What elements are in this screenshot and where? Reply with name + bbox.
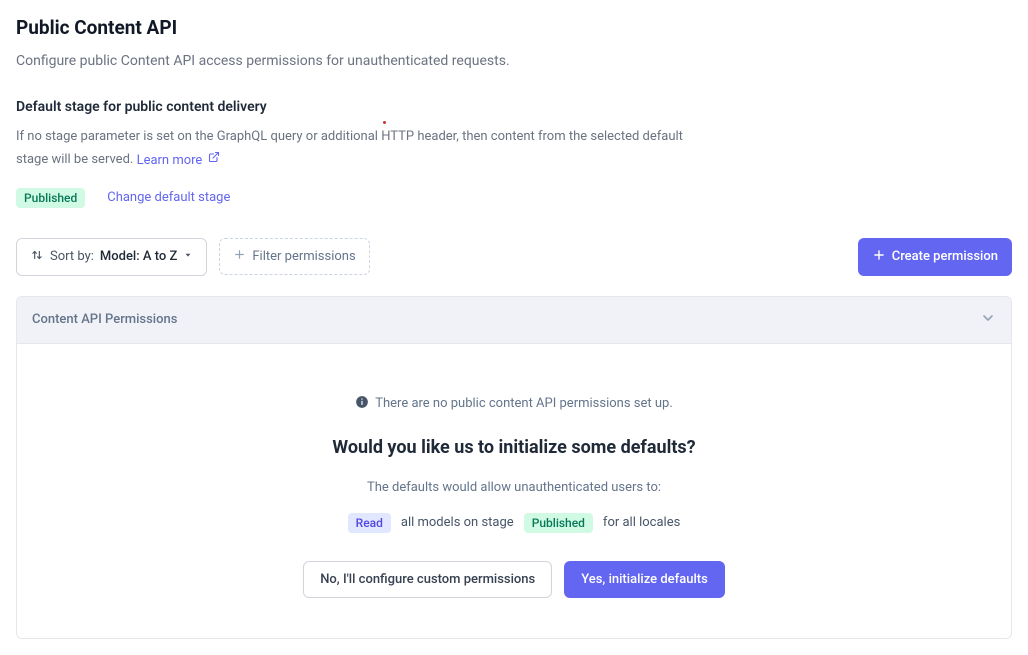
default-stage-heading: Default stage for public content deliver… — [16, 99, 1012, 115]
permissions-panel-header[interactable]: Content API Permissions — [17, 297, 1011, 344]
learn-more-link[interactable]: Learn more — [137, 153, 220, 168]
read-badge: Read — [348, 513, 391, 533]
toolbar: Sort by: Model: A to Z Filter permission… — [16, 238, 1012, 276]
default-stage-badge: Published — [16, 188, 85, 208]
defaults-description: The defaults would allow unauthenticated… — [37, 480, 991, 495]
learn-more-label: Learn more — [137, 153, 203, 168]
initialize-prompt-heading: Would you like us to initialize some def… — [37, 437, 991, 458]
published-badge: Published — [524, 513, 593, 533]
chevron-down-icon — [980, 310, 996, 330]
default-stage-description: If no stage parameter is set on the Grap… — [16, 125, 716, 172]
create-permission-label: Create permission — [892, 249, 998, 264]
yes-initialize-button[interactable]: Yes, initialize defaults — [564, 561, 725, 598]
sort-button[interactable]: Sort by: Model: A to Z — [16, 238, 207, 276]
defaults-summary: Read all models on stage Published for a… — [37, 513, 991, 533]
create-permission-button[interactable]: Create permission — [858, 238, 1012, 276]
indicator-dot — [383, 121, 386, 124]
filter-permissions-button[interactable]: Filter permissions — [219, 238, 369, 275]
permissions-panel-body: There are no public content API permissi… — [17, 344, 1011, 638]
page-subtitle: Configure public Content API access perm… — [16, 53, 1012, 69]
plus-icon — [872, 248, 886, 266]
empty-state-text: There are no public content API permissi… — [375, 396, 673, 411]
empty-state: There are no public content API permissi… — [37, 394, 991, 413]
chevron-down-icon — [183, 249, 193, 264]
sort-icon — [30, 248, 44, 266]
sort-prefix: Sort by: — [50, 249, 94, 264]
no-configure-button[interactable]: No, I'll configure custom permissions — [303, 561, 552, 598]
plus-icon — [233, 248, 246, 265]
defaults-text-mid: all models on stage — [401, 515, 514, 530]
sort-value: Model: A to Z — [100, 249, 177, 264]
page-title: Public Content API — [16, 16, 1012, 39]
defaults-text-end: for all locales — [603, 515, 680, 530]
permissions-panel-title: Content API Permissions — [32, 312, 177, 327]
filter-label: Filter permissions — [252, 249, 355, 264]
change-default-stage-link[interactable]: Change default stage — [107, 190, 230, 205]
permissions-panel: Content API Permissions There are no pub… — [16, 296, 1012, 639]
default-stage-desc-text: If no stage parameter is set on the Grap… — [16, 129, 683, 168]
default-stage-row: Published Change default stage — [16, 188, 1012, 208]
external-link-icon — [208, 148, 220, 171]
initialize-actions: No, I'll configure custom permissions Ye… — [37, 561, 991, 598]
info-icon — [355, 394, 369, 413]
